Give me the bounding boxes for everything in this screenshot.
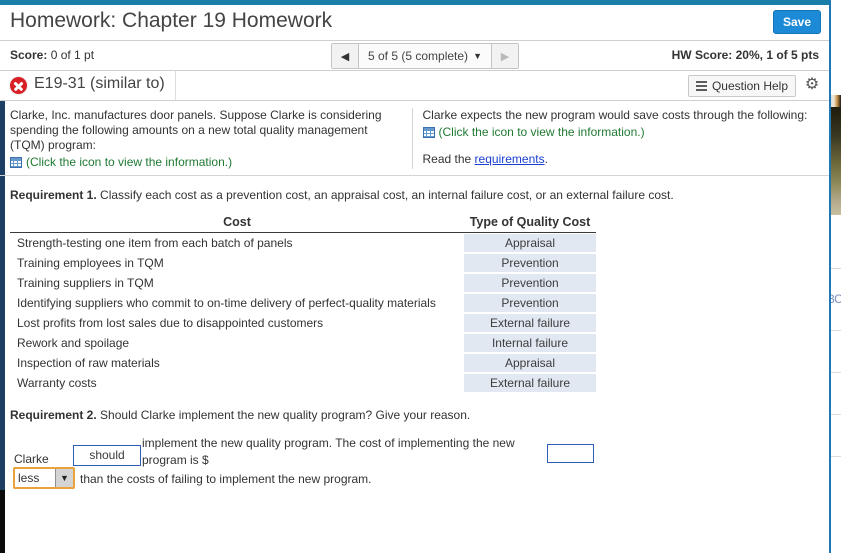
requirement-1-heading: Requirement 1. Classify each cost as a p… (10, 188, 829, 202)
read-suffix: . (544, 152, 548, 166)
requirement-2-heading: Requirement 2. Should Clarke implement t… (10, 408, 829, 422)
gear-icon[interactable]: ⚙ (803, 76, 821, 94)
window-header: Homework: Chapter 19 Homework Save (0, 5, 829, 41)
cost-label: Training employees in TQM (17, 256, 164, 270)
requirement-1-text: Classify each cost as a prevention cost,… (96, 188, 674, 202)
answer-value[interactable]: Prevention (464, 274, 596, 292)
score-value: 0 of 1 pt (50, 48, 95, 62)
table-row: Inspection of raw materials Appraisal (10, 353, 596, 373)
read-prefix: Read the (422, 152, 475, 166)
problem-statement: Clarke, Inc. manufactures door panels. S… (0, 101, 829, 176)
pager-dropdown[interactable]: 5 of 5 (5 complete) ▼ (359, 44, 491, 68)
problem-right-column: Clarke expects the new program would sav… (413, 108, 820, 169)
incorrect-x-icon (9, 76, 28, 95)
should-answer-box[interactable]: should (73, 445, 141, 466)
answer-value[interactable]: Appraisal (464, 234, 596, 252)
cost-label: Lost profits from lost sales due to disa… (17, 316, 324, 330)
requirement-2-tail-text: than the costs of failing to implement t… (80, 472, 372, 486)
cost-label: Rework and spoilage (17, 336, 130, 350)
caret-down-icon: ▼ (473, 51, 482, 61)
column-header-type: Type of Quality Cost (464, 214, 596, 233)
divider (175, 71, 176, 100)
requirements-link[interactable]: requirements (475, 152, 545, 166)
answer-cell[interactable]: Prevention (464, 273, 596, 293)
answer-cell[interactable]: Internal failure (464, 333, 596, 353)
question-help-label: Question Help (711, 79, 788, 93)
question-pager: ◀ 5 of 5 (5 complete) ▼ ▶ (331, 43, 519, 69)
cost-label: Inspection of raw materials (17, 356, 160, 370)
table-header-row: Cost Type of Quality Cost (10, 214, 596, 233)
exercise-bar: E19-31 (similar to) Question Help ⚙ (0, 71, 829, 101)
spreadsheet-grid-icon[interactable] (422, 127, 435, 138)
exercise-id: E19-31 (similar to) (34, 75, 165, 92)
pager-label-text: 5 of 5 (5 complete) (368, 49, 469, 63)
amount-input[interactable] (547, 444, 594, 463)
table-row: Warranty costs External failure (10, 373, 596, 393)
problem-left-column: Clarke, Inc. manufactures door panels. S… (10, 108, 413, 169)
pager-next-icon[interactable]: ▶ (490, 44, 518, 68)
table-row: Rework and spoilage Internal failure (10, 333, 596, 353)
score-label-text: Score: (10, 48, 48, 62)
cost-label: Strength-testing one item from each batc… (17, 236, 293, 250)
answer-cell[interactable]: External failure (464, 313, 596, 333)
problem-right-icon-link[interactable]: (Click the icon to view the information.… (422, 125, 820, 139)
requirement-2-text: Should Clarke implement the new quality … (96, 408, 471, 422)
score-label: Score: 0 of 1 pt (10, 48, 94, 62)
answer-cell[interactable]: Prevention (464, 253, 596, 273)
hw-score: HW Score: 20%, 1 of 5 pts (671, 48, 819, 62)
problem-right-icon-label[interactable]: (Click the icon to view the information.… (439, 125, 645, 139)
answer-value[interactable]: Prevention (464, 294, 596, 312)
save-button[interactable]: Save (773, 10, 821, 34)
table-row: Lost profits from lost sales due to disa… (10, 313, 596, 333)
problem-left-icon-label[interactable]: (Click the icon to view the information.… (26, 155, 232, 169)
homework-window: Homework: Chapter 19 Homework Save Score… (0, 0, 831, 553)
cost-label: Warranty costs (17, 376, 97, 390)
list-lines-icon (695, 81, 707, 91)
answer-value[interactable]: External failure (464, 314, 596, 332)
answer-cell[interactable]: Prevention (464, 293, 596, 313)
table-row: Identifying suppliers who commit to on-t… (10, 293, 596, 313)
comparison-dropdown[interactable]: less ▼ (13, 467, 75, 489)
answer-value[interactable]: External failure (464, 374, 596, 392)
spreadsheet-grid-icon[interactable] (10, 157, 22, 168)
score-bar: Score: 0 of 1 pt ◀ 5 of 5 (5 complete) ▼… (0, 41, 829, 71)
page-title: Homework: Chapter 19 Homework (10, 9, 333, 32)
answer-value[interactable]: Appraisal (464, 354, 596, 372)
answer-cell[interactable]: External failure (464, 373, 596, 393)
requirement-2-subject: Clarke (14, 452, 49, 466)
column-header-cost: Cost (10, 214, 464, 233)
answer-cell[interactable]: Appraisal (464, 353, 596, 373)
requirement-2-sentence: implement the new quality program. The c… (142, 436, 515, 467)
requirement-2-label: Requirement 2. (10, 408, 97, 422)
requirement-2-answer-area: Clarke should implement the new quality … (0, 434, 829, 504)
table-row: Training suppliers in TQM Prevention (10, 273, 596, 293)
answer-value[interactable]: Internal failure (464, 334, 596, 352)
problem-right-text: Clarke expects the new program would sav… (422, 108, 808, 122)
pager-prev-icon[interactable]: ◀ (332, 44, 359, 68)
caret-down-icon[interactable]: ▼ (55, 469, 73, 487)
cost-label: Training suppliers in TQM (17, 276, 154, 290)
cost-classification-table: Cost Type of Quality Cost Strength-testi… (10, 214, 596, 393)
problem-left-text: Clarke, Inc. manufactures door panels. S… (10, 108, 382, 152)
problem-left-icon-link[interactable]: (Click the icon to view the information.… (10, 155, 403, 169)
requirement-1-label: Requirement 1. (10, 188, 97, 202)
answer-value[interactable]: Prevention (464, 254, 596, 272)
read-requirements-line: Read the requirements. (423, 152, 820, 166)
question-help-button[interactable]: Question Help (687, 75, 796, 97)
table-row: Training employees in TQM Prevention (10, 253, 596, 273)
table-row: Strength-testing one item from each batc… (10, 233, 596, 254)
answer-cell[interactable]: Appraisal (464, 233, 596, 254)
cost-label: Identifying suppliers who commit to on-t… (17, 296, 436, 310)
comparison-dropdown-value: less (18, 471, 40, 485)
